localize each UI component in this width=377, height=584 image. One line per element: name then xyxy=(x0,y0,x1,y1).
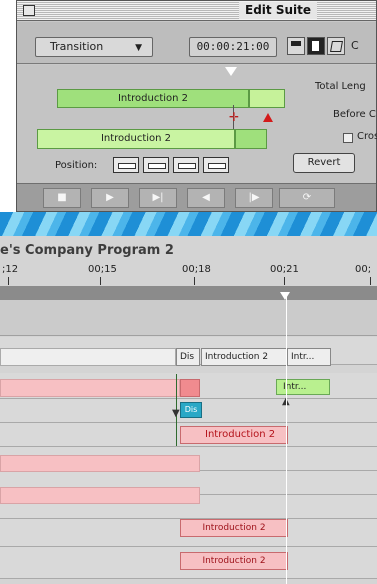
toolbar: Transition ▼ 00:00:21:00 C xyxy=(17,22,376,64)
step-back-icon[interactable]: ◀ xyxy=(187,188,225,208)
video-clip[interactable] xyxy=(0,487,200,504)
cross-checkbox[interactable] xyxy=(343,133,353,143)
total-length-label: Total Leng xyxy=(315,81,366,92)
clip-a[interactable]: Introduction 2 xyxy=(57,89,249,108)
stop-icon[interactable]: ■ xyxy=(43,188,81,208)
tick-mark xyxy=(194,277,195,285)
overflow-button[interactable]: C xyxy=(351,37,369,55)
edit-suite-window: Edit Suite Transition ▼ 00:00:21:00 C In… xyxy=(16,0,377,212)
timeline-window: e's Company Program 2 ;12 00;15 00;18 00… xyxy=(0,236,377,584)
video-clip[interactable] xyxy=(0,379,180,397)
tick-label: 00;18 xyxy=(182,264,211,275)
out-point-icon[interactable] xyxy=(263,113,273,122)
chevron-down-icon: ▼ xyxy=(135,43,142,53)
transport-bar: ■ ▶ ▶| ◀ |▶ ⟳ xyxy=(17,183,376,211)
position-label: Position: xyxy=(55,160,98,171)
intr-clip[interactable]: Intr... xyxy=(287,348,331,366)
video-clip-selected[interactable] xyxy=(180,379,200,397)
transition-select[interactable]: Transition ▼ xyxy=(35,37,153,57)
tick-mark xyxy=(100,277,101,285)
position-end-button[interactable] xyxy=(173,157,199,173)
transition-track-bar[interactable] xyxy=(0,348,176,366)
tick-mark xyxy=(284,277,285,285)
timecode-field[interactable]: 00:00:21:00 xyxy=(189,37,277,57)
monitor-view-icon[interactable] xyxy=(287,37,305,55)
dissolve-marker[interactable]: Dis xyxy=(180,402,202,418)
tick-mark xyxy=(370,277,371,285)
desktop-stripe xyxy=(0,212,377,236)
track-empty xyxy=(0,300,377,336)
tick-label: 00;15 xyxy=(88,264,117,275)
play-icon[interactable]: ▶ xyxy=(91,188,129,208)
step-forward-icon[interactable]: |▶ xyxy=(235,188,273,208)
close-box[interactable] xyxy=(23,5,35,16)
loop-icon[interactable]: ⟳ xyxy=(279,188,335,208)
tick-label: 00;21 xyxy=(270,264,299,275)
green-clip[interactable]: Intr... xyxy=(276,379,330,395)
page-view-icon[interactable] xyxy=(327,37,345,55)
play-to-end-icon[interactable]: ▶| xyxy=(139,188,177,208)
position-center-button[interactable] xyxy=(143,157,169,173)
playhead-icon[interactable] xyxy=(280,292,290,300)
video-clip[interactable] xyxy=(0,455,200,472)
window-title: Edit Suite xyxy=(239,2,317,19)
tick-label: 00; xyxy=(355,264,372,275)
position-start-button[interactable] xyxy=(113,157,139,173)
program-title: e's Company Program 2 xyxy=(0,243,174,258)
intro-clip[interactable]: Introduction 2 xyxy=(180,519,288,537)
edit-point-icon[interactable]: ✛ xyxy=(229,110,239,124)
source-view-icon[interactable] xyxy=(307,37,325,55)
dissolve-clip[interactable]: Dis xyxy=(176,348,200,366)
revert-button[interactable]: Revert xyxy=(293,153,355,173)
clip-a-tail[interactable] xyxy=(249,89,285,108)
cross-label: Cross xyxy=(357,131,377,142)
tick-label: ;12 xyxy=(2,264,19,275)
clip-b-tail[interactable] xyxy=(235,129,267,149)
intro-clip[interactable]: Introduction 2 xyxy=(201,348,287,366)
before-cut-label: Before C xyxy=(333,109,376,120)
time-ruler[interactable] xyxy=(0,286,377,300)
position-custom-button[interactable] xyxy=(203,157,229,173)
arrow-down-icon: ▼ xyxy=(172,408,180,419)
intro-clip-red[interactable]: Introduction 2 xyxy=(180,426,288,444)
clip-b[interactable]: Introduction 2 xyxy=(37,129,235,149)
transition-select-label: Transition xyxy=(50,40,104,53)
intro-clip[interactable]: Introduction 2 xyxy=(180,552,288,570)
tick-mark xyxy=(8,277,9,285)
title-bar[interactable]: Edit Suite xyxy=(17,1,376,21)
playhead-line xyxy=(286,296,287,584)
time-cursor-icon[interactable] xyxy=(225,67,237,76)
transition-edit-area: Introduction 2 ✛ Introduction 2 Position… xyxy=(17,65,377,183)
